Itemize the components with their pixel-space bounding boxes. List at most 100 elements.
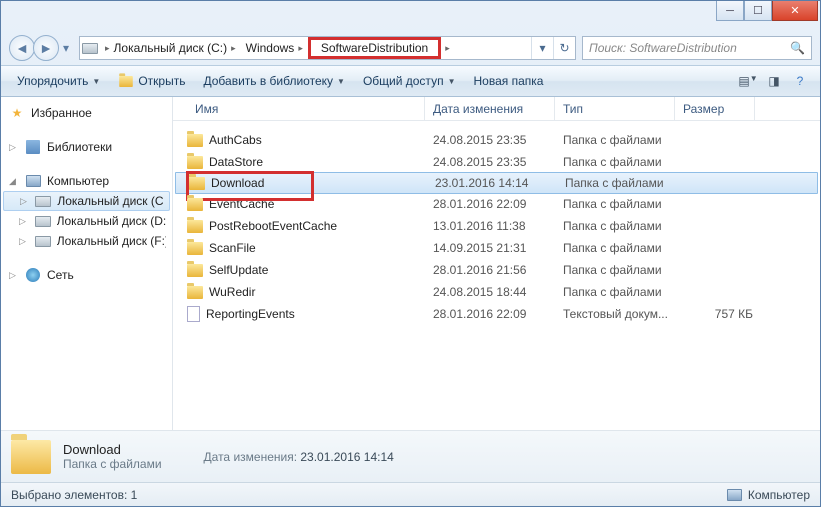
file-name: SelfUpdate — [209, 263, 268, 277]
add-library-menu[interactable]: Добавить в библиотеку▼ — [195, 69, 352, 93]
search-icon: 🔍 — [790, 41, 805, 55]
view-menu[interactable]: ▤ ▼ — [736, 74, 760, 88]
sidebar-favorites[interactable]: ★Избранное — [1, 103, 172, 123]
file-name: Download — [211, 176, 264, 190]
search-box[interactable]: Поиск: SoftwareDistribution 🔍 — [582, 36, 812, 60]
status-bar: Выбрано элементов: 1 Компьютер — [1, 482, 820, 506]
back-button[interactable]: ◄ — [9, 35, 35, 61]
file-type: Папка с файлами — [563, 285, 683, 299]
minimize-button[interactable]: ─ — [716, 1, 744, 21]
network-icon — [26, 268, 40, 282]
file-type: Папка с файлами — [563, 241, 683, 255]
file-row[interactable]: WuRedir 24.08.2015 18:44Папка с файлами — [173, 281, 820, 303]
sidebar-network[interactable]: ▷Сеть — [1, 265, 172, 285]
file-name: ScanFile — [209, 241, 256, 255]
new-folder-button[interactable]: Новая папка — [465, 69, 551, 93]
file-row[interactable]: ReportingEvents28.01.2016 22:09Текстовый… — [173, 303, 820, 325]
help-button[interactable]: ? — [788, 74, 812, 88]
organize-menu[interactable]: Упорядочить▼ — [9, 69, 108, 93]
file-row[interactable]: Download 23.01.2016 14:14Папка с файлами — [175, 172, 818, 194]
file-date: 24.08.2015 18:44 — [433, 285, 563, 299]
sidebar-computer[interactable]: ◢Компьютер — [1, 171, 172, 191]
computer-icon — [26, 175, 41, 187]
address-dropdown[interactable]: ▾ — [531, 37, 553, 59]
file-type: Папка с файлами — [563, 133, 683, 147]
file-row[interactable]: PostRebootEventCache 13.01.2016 11:38Папк… — [173, 215, 820, 237]
close-button[interactable]: ✕ — [772, 1, 818, 21]
file-date: 13.01.2016 11:38 — [433, 219, 563, 233]
maximize-button[interactable]: ☐ — [744, 1, 772, 21]
breadcrumb-drive[interactable]: ▸Локальный диск (C:)▸ — [100, 37, 241, 59]
sidebar-drive-f[interactable]: ▷Локальный диск (F:) — [1, 231, 172, 251]
sidebar-libraries[interactable]: ▷Библиотеки — [1, 137, 172, 157]
column-type[interactable]: Тип — [555, 97, 675, 120]
folder-icon — [187, 220, 203, 233]
file-row[interactable]: DataStore24.08.2015 23:35Папка с файлами — [173, 151, 820, 173]
drive-icon — [35, 196, 51, 207]
file-type: Папка с файлами — [563, 155, 683, 169]
folder-icon — [187, 198, 203, 211]
folder-icon — [11, 440, 51, 474]
column-headers: Имя Дата изменения Тип Размер — [173, 97, 820, 121]
drive-icon — [82, 43, 98, 54]
drive-icon — [35, 216, 51, 227]
file-row[interactable]: SelfUpdate28.01.2016 21:56Папка с файлам… — [173, 259, 820, 281]
sidebar: ★Избранное ▷Библиотеки ◢Компьютер ▷Локал… — [1, 97, 173, 430]
share-menu[interactable]: Общий доступ▼ — [355, 69, 464, 93]
folder-icon — [189, 177, 205, 190]
file-type: Папка с файлами — [563, 263, 683, 277]
refresh-button[interactable]: ↻ — [553, 37, 575, 59]
folder-icon — [120, 75, 134, 86]
sidebar-drive-d[interactable]: ▷Локальный диск (D:) — [1, 211, 172, 231]
breadcrumb-softwaredistribution[interactable]: SoftwareDistribution — [308, 37, 441, 59]
file-size: 757 КБ — [683, 307, 763, 321]
file-row[interactable]: EventCache 28.01.2016 22:09Папка с файлам… — [173, 193, 820, 215]
search-placeholder: Поиск: SoftwareDistribution — [589, 41, 737, 55]
file-type: Папка с файлами — [563, 219, 683, 233]
status-computer: Компьютер — [748, 488, 810, 502]
drive-icon — [35, 236, 51, 247]
file-date: 24.08.2015 23:35 — [433, 155, 563, 169]
preview-pane-button[interactable]: ◨ — [762, 74, 786, 88]
file-name: AuthCabs — [209, 133, 262, 147]
details-pane: Download Папка с файлами Дата изменения:… — [1, 430, 820, 482]
details-type: Папка с файлами — [63, 457, 162, 471]
details-date: Дата изменения: 23.01.2016 14:14 — [204, 450, 394, 464]
address-bar[interactable]: ▸Локальный диск (C:)▸ Windows▸ SoftwareD… — [79, 36, 576, 60]
folder-icon — [187, 134, 203, 147]
file-name: PostRebootEventCache — [209, 219, 337, 233]
forward-button[interactable]: ► — [33, 35, 59, 61]
file-type: Папка с файлами — [565, 176, 685, 190]
file-name: ReportingEvents — [206, 307, 295, 321]
file-type: Папка с файлами — [563, 197, 683, 211]
file-date: 23.01.2016 14:14 — [435, 176, 565, 190]
history-dropdown[interactable]: ▾ — [59, 41, 73, 55]
file-date: 14.09.2015 21:31 — [433, 241, 563, 255]
nav-row: ◄ ► ▾ ▸Локальный диск (C:)▸ Windows▸ Sof… — [1, 31, 820, 65]
computer-icon — [727, 489, 742, 501]
sidebar-drive-c[interactable]: ▷Локальный диск (C:) — [3, 191, 170, 211]
file-list: AuthCabs24.08.2015 23:35Папка с файламиD… — [173, 121, 820, 430]
status-selected: Выбрано элементов: 1 — [11, 488, 137, 502]
file-date: 28.01.2016 22:09 — [433, 197, 563, 211]
file-row[interactable]: ScanFile 14.09.2015 21:31Папка с файлами — [173, 237, 820, 259]
folder-icon — [187, 242, 203, 255]
star-icon: ★ — [9, 105, 25, 121]
folder-icon — [187, 264, 203, 277]
library-icon — [26, 140, 40, 154]
file-name: EventCache — [209, 197, 274, 211]
file-name: WuRedir — [209, 285, 255, 299]
file-type: Текстовый докум... — [563, 307, 683, 321]
file-row[interactable]: AuthCabs 24.08.2015 23:35Папка с файлами — [173, 129, 820, 151]
file-pane: Имя Дата изменения Тип Размер AuthCabs 24… — [173, 97, 820, 430]
explorer-window: ─ ☐ ✕ ◄ ► ▾ ▸Локальный диск (C:)▸ Window… — [0, 0, 821, 507]
details-name: Download — [63, 442, 162, 457]
column-name[interactable]: Имя — [173, 97, 425, 120]
column-date[interactable]: Дата изменения — [425, 97, 555, 120]
breadcrumb-windows[interactable]: Windows▸ — [241, 37, 308, 59]
toolbar: Упорядочить▼ Открыть Добавить в библиоте… — [1, 65, 820, 97]
open-button[interactable]: Открыть — [110, 69, 193, 93]
column-size[interactable]: Размер — [675, 97, 755, 120]
folder-icon — [187, 156, 203, 169]
file-date: 24.08.2015 23:35 — [433, 133, 563, 147]
